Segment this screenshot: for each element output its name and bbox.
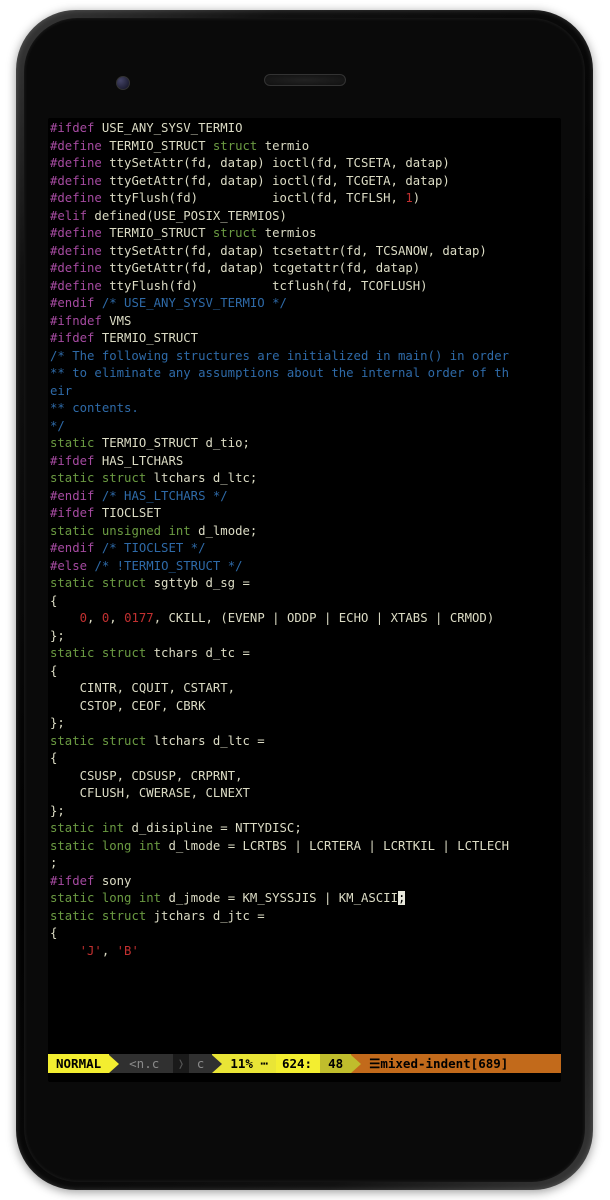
code-line[interactable]: eir	[50, 383, 559, 401]
status-line: 624:	[276, 1054, 320, 1073]
code-line[interactable]: ** contents.	[50, 400, 559, 418]
code-line[interactable]: CINTR, CQUIT, CSTART,	[50, 680, 559, 698]
code-line[interactable]: #endif /* HAS_LTCHARS */	[50, 488, 559, 506]
code-line[interactable]: };	[50, 803, 559, 821]
code-line[interactable]: };	[50, 628, 559, 646]
status-column-text: 48	[328, 1054, 343, 1073]
code-line[interactable]: #ifdef TERMIO_STRUCT	[50, 330, 559, 348]
code-line[interactable]: static struct ltchars d_ltc =	[50, 733, 559, 751]
vim-statusline: NORMAL <n.c ❭ c 11% ┅ 624:	[48, 1054, 561, 1073]
code-line[interactable]: #define ttySetAttr(fd, datap) tcsetattr(…	[50, 243, 559, 261]
code-line[interactable]: static struct ltchars d_ltc;	[50, 470, 559, 488]
phone-frame: #ifdef USE_ANY_SYSV_TERMIO#define TERMIO…	[16, 10, 593, 1190]
code-line[interactable]: CSTOP, CEOF, CBRK	[50, 698, 559, 716]
code-line[interactable]: 'J', 'B'	[50, 943, 559, 961]
code-line[interactable]: static long int d_lmode = LCRTBS | LCRTE…	[50, 838, 559, 856]
code-line[interactable]: #ifndef VMS	[50, 313, 559, 331]
status-warning: ☰ mixed-indent[689]	[351, 1054, 561, 1073]
code-line[interactable]: */	[50, 418, 559, 436]
code-line[interactable]: #elif defined(USE_POSIX_TERMIOS)	[50, 208, 559, 226]
terminal-screen[interactable]: #ifdef USE_ANY_SYSV_TERMIO#define TERMIO…	[48, 118, 561, 1082]
code-line[interactable]: 0, 0, 0177, CKILL, (EVENP | ODDP | ECHO …	[50, 610, 559, 628]
status-mode-label: NORMAL	[56, 1054, 101, 1073]
status-line-text: 624:	[282, 1054, 312, 1073]
code-line[interactable]: };	[50, 715, 559, 733]
status-filetype-text: c	[197, 1054, 205, 1073]
code-line[interactable]: #define ttyGetAttr(fd, datap) tcgetattr(…	[50, 260, 559, 278]
code-line[interactable]: #define ttyFlush(fd) ioctl(fd, TCFLSH, 1…	[50, 190, 559, 208]
code-line[interactable]: #define ttyGetAttr(fd, datap) ioctl(fd, …	[50, 173, 559, 191]
code-line[interactable]: #define TERMIO_STRUCT struct termios	[50, 225, 559, 243]
code-line[interactable]: #define ttyFlush(fd) tcflush(fd, TCOFLUS…	[50, 278, 559, 296]
code-line[interactable]: static struct jtchars d_jtc =	[50, 908, 559, 926]
code-line[interactable]: #define ttySetAttr(fd, datap) ioctl(fd, …	[50, 155, 559, 173]
code-line[interactable]: ;	[50, 855, 559, 873]
status-percent-text: 11% ┅	[230, 1054, 268, 1073]
front-camera	[116, 76, 130, 90]
code-line[interactable]: #ifdef HAS_LTCHARS	[50, 453, 559, 471]
code-line[interactable]: #define TERMIO_STRUCT struct termio	[50, 138, 559, 156]
code-line[interactable]: CFLUSH, CWERASE, CLNEXT	[50, 785, 559, 803]
phone-inner: #ifdef USE_ANY_SYSV_TERMIO#define TERMIO…	[24, 18, 585, 1182]
status-filename-text: <n.c	[129, 1054, 159, 1073]
code-line[interactable]: ** to eliminate any assumptions about th…	[50, 365, 559, 383]
code-line[interactable]: static struct tchars d_tc =	[50, 645, 559, 663]
code-line[interactable]: static int d_disipline = NTTYDISC;	[50, 820, 559, 838]
status-warning-text: mixed-indent[689]	[380, 1054, 508, 1073]
code-line[interactable]: #ifdef TIOCLSET	[50, 505, 559, 523]
code-line[interactable]: #else /* !TERMIO_STRUCT */	[50, 558, 559, 576]
code-line[interactable]: static TERMIO_STRUCT d_tio;	[50, 435, 559, 453]
code-line[interactable]: static unsigned int d_lmode;	[50, 523, 559, 541]
status-mode: NORMAL	[48, 1054, 109, 1073]
code-line[interactable]: {	[50, 593, 559, 611]
warning-icon: ☰	[369, 1054, 380, 1073]
code-line[interactable]: #ifdef sony	[50, 873, 559, 891]
status-percent: 11% ┅	[212, 1054, 276, 1073]
code-line[interactable]: {	[50, 663, 559, 681]
code-line[interactable]: #ifdef USE_ANY_SYSV_TERMIO	[50, 120, 559, 138]
status-filetype: c	[189, 1054, 213, 1073]
code-line[interactable]: /* The following structures are initiali…	[50, 348, 559, 366]
speaker-grille	[264, 74, 346, 86]
status-column: 48	[320, 1054, 351, 1073]
code-line[interactable]: {	[50, 925, 559, 943]
code-line[interactable]: CSUSP, CDSUSP, CRPRNT,	[50, 768, 559, 786]
code-editor-area[interactable]: #ifdef USE_ANY_SYSV_TERMIO#define TERMIO…	[50, 120, 559, 1060]
code-line[interactable]: #endif /* TIOCLSET */	[50, 540, 559, 558]
code-line[interactable]: {	[50, 750, 559, 768]
code-line[interactable]: static long int d_jmode = KM_SYSSJIS | K…	[50, 890, 559, 908]
code-line[interactable]: static struct sgttyb d_sg =	[50, 575, 559, 593]
code-line[interactable]: #endif /* USE_ANY_SYSV_TERMIO */	[50, 295, 559, 313]
separator-icon: ❭	[173, 1054, 189, 1073]
